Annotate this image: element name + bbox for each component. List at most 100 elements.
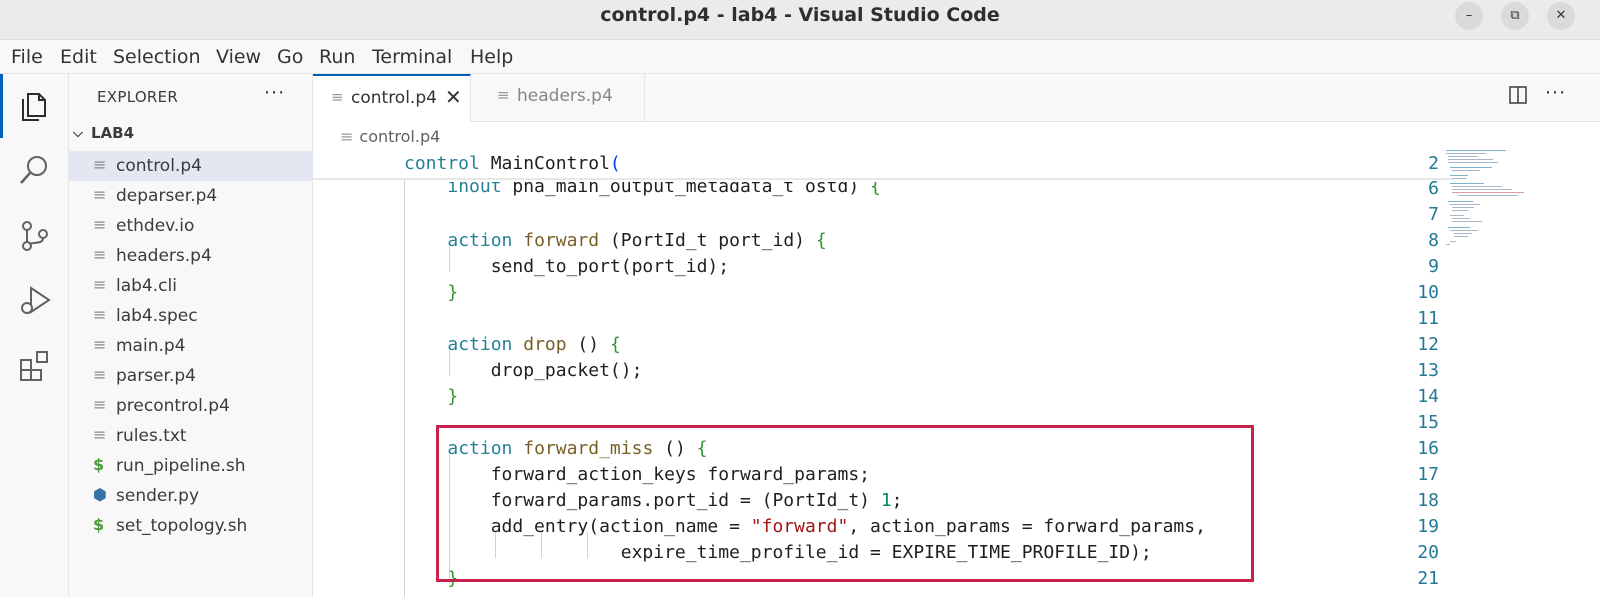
menu-bar: File Edit Selection View Go Run Terminal… [0, 40, 1600, 74]
line-number: 20 [1417, 542, 1439, 563]
menu-go[interactable]: Go [277, 46, 303, 68]
line-number: 11 [1417, 308, 1439, 329]
line-number: 15 [1417, 412, 1439, 433]
file-name: rules.txt [116, 426, 187, 446]
file-lines-icon: ≡ [93, 215, 107, 234]
file-item[interactable]: ≡ deparser.p4 [69, 181, 313, 211]
file-item[interactable]: ≡ lab4.spec [69, 301, 313, 331]
extensions-icon[interactable] [17, 348, 53, 384]
shell-icon: $ [93, 515, 105, 534]
line-number: 19 [1417, 516, 1439, 537]
close-window-button[interactable]: ✕ [1547, 2, 1575, 30]
run-debug-icon[interactable] [17, 282, 53, 318]
menu-selection[interactable]: Selection [113, 46, 201, 68]
menu-run[interactable]: Run [319, 46, 355, 68]
file-lines-icon: ≡ [93, 425, 107, 444]
menu-file[interactable]: File [11, 46, 43, 68]
file-item[interactable]: ≡ precontrol.p4 [69, 391, 313, 421]
shell-icon: $ [93, 455, 105, 474]
active-indicator [0, 74, 3, 138]
chevron-down-icon: ⌵ [73, 126, 83, 141]
search-icon[interactable] [17, 152, 53, 188]
indent-guide [449, 246, 450, 272]
line-number: 17 [1417, 464, 1439, 485]
file-item[interactable]: ≡ parser.p4 [69, 361, 313, 391]
file-lines-icon: ≡ [93, 245, 107, 264]
title-bar: control.p4 - lab4 - Visual Studio Code –… [0, 0, 1600, 40]
file-name: deparser.p4 [116, 186, 218, 206]
close-icon[interactable]: ✕ [445, 85, 462, 109]
file-name: ethdev.io [116, 216, 195, 236]
source-control-icon[interactable] [17, 218, 53, 254]
minimap[interactable] [1440, 148, 1548, 268]
sticky-divider [313, 178, 1453, 180]
maximize-button[interactable]: ⧉ [1501, 2, 1529, 30]
file-name: set_topology.sh [116, 516, 248, 536]
menu-help[interactable]: Help [470, 46, 513, 68]
line-number: 18 [1417, 490, 1439, 511]
file-lines-icon: ≡ [93, 275, 107, 294]
file-name: parser.p4 [116, 366, 196, 386]
indent-guide [449, 350, 450, 376]
highlight-annotation [436, 425, 1254, 582]
file-lines-icon: ≡ [93, 185, 107, 204]
code-line: action forward (PortId_t port_id) { [447, 230, 827, 251]
file-item[interactable]: ⬢ sender.py [69, 481, 313, 511]
file-lines-icon: ≡ [93, 365, 107, 384]
line-number: 16 [1417, 438, 1439, 459]
line-number: 13 [1417, 360, 1439, 381]
folder-lab4[interactable]: ⌵ LAB4 [73, 124, 134, 142]
file-lines-icon: ≡ [93, 335, 107, 354]
line-number: 10 [1417, 282, 1439, 303]
file-lines-icon: ≡ [331, 88, 344, 106]
code-line: send_to_port(port_id); [404, 256, 730, 277]
python-icon: ⬢ [93, 485, 107, 504]
more-actions-icon[interactable]: ··· [1545, 82, 1566, 104]
file-lines-icon: ≡ [93, 305, 107, 324]
file-item[interactable]: $ run_pipeline.sh [69, 451, 313, 481]
file-item[interactable]: ≡ ethdev.io [69, 211, 313, 241]
file-name: run_pipeline.sh [116, 456, 246, 476]
explorer-sidebar: EXPLORER ··· ⌵ LAB4 ≡ control.p4 ≡ deparser.… [69, 74, 313, 597]
file-item[interactable]: ≡ headers.p4 [69, 241, 313, 271]
line-number: 21 [1417, 568, 1439, 589]
minimize-button[interactable]: – [1455, 2, 1483, 30]
file-lines-icon: ≡ [93, 155, 107, 174]
folder-label: LAB4 [91, 124, 135, 142]
tab-label: control.p4 [351, 88, 437, 108]
breadcrumb-file: control.p4 [359, 127, 441, 146]
files-icon[interactable] [17, 86, 53, 122]
menu-edit[interactable]: Edit [60, 46, 97, 68]
line-number: 14 [1417, 386, 1439, 407]
code-line: } [447, 386, 459, 407]
code-line: drop_packet(); [404, 360, 643, 381]
explorer-title: EXPLORER [97, 88, 179, 106]
tab-headers-p4[interactable]: ≡ headers.p4 [471, 74, 645, 122]
tab-label: headers.p4 [517, 86, 613, 106]
file-name: lab4.cli [116, 276, 177, 296]
split-editor-icon[interactable] [1509, 86, 1527, 109]
file-name: control.p4 [116, 156, 202, 176]
file-item[interactable]: $ set_topology.sh [69, 511, 313, 541]
menu-terminal[interactable]: Terminal [372, 46, 452, 68]
line-number: 12 [1417, 334, 1439, 355]
breadcrumb[interactable]: ≡ control.p4 [340, 127, 440, 146]
code-line: } [447, 282, 459, 303]
tab-control-p4[interactable]: ≡ control.p4 ✕ [313, 74, 471, 122]
window-title: control.p4 - lab4 - Visual Studio Code [600, 4, 1000, 26]
file-item[interactable]: ≡ lab4.cli [69, 271, 313, 301]
editor-tab-bar: ≡ control.p4 ✕ ≡ headers.p4 ··· [313, 74, 1600, 122]
file-name: headers.p4 [116, 246, 212, 266]
sticky-line: control MainControl( [404, 153, 621, 174]
file-item[interactable]: ≡ rules.txt [69, 421, 313, 451]
activity-bar [0, 74, 69, 597]
file-lines-icon: ≡ [497, 86, 510, 104]
file-item[interactable]: ≡ main.p4 [69, 331, 313, 361]
indent-guide [404, 180, 405, 597]
code-line: action drop () { [447, 334, 621, 355]
file-item[interactable]: ≡ control.p4 [69, 151, 313, 181]
file-lines-icon: ≡ [340, 127, 354, 146]
menu-view[interactable]: View [216, 46, 261, 68]
file-lines-icon: ≡ [93, 395, 107, 414]
explorer-more-button[interactable]: ··· [264, 82, 285, 104]
